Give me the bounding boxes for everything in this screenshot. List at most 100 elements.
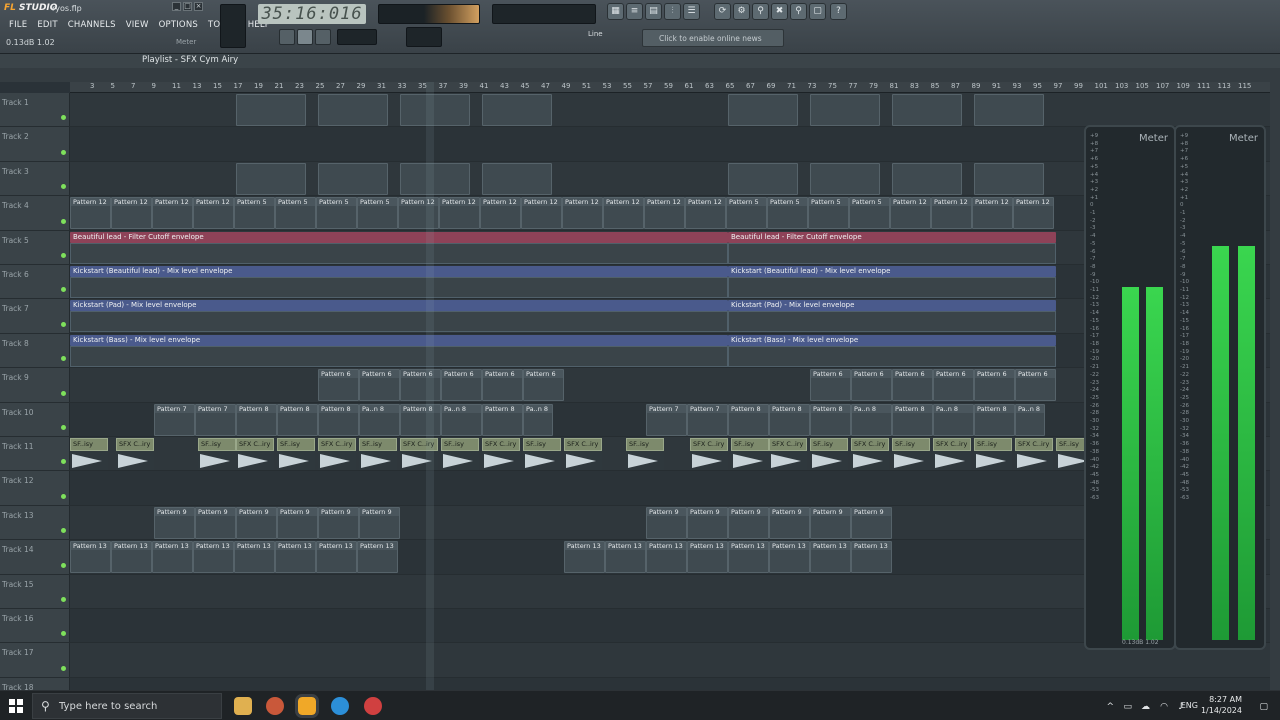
pattern-clip[interactable] bbox=[892, 94, 962, 126]
pattern-clip[interactable]: Pattern 13 bbox=[605, 541, 646, 574]
pattern-clip[interactable]: Pattern 13 bbox=[152, 541, 193, 574]
browser-icon[interactable]: ☰ bbox=[683, 3, 700, 20]
track-header[interactable]: Track 18 bbox=[0, 677, 70, 690]
pattern-clip[interactable]: Pattern 8 bbox=[318, 403, 359, 436]
pattern-clip[interactable]: Pattern 9 bbox=[728, 506, 769, 539]
snap-mode[interactable]: Line bbox=[588, 30, 603, 38]
record-button[interactable] bbox=[315, 29, 331, 45]
pattern-clip[interactable]: Pattern 12 bbox=[931, 197, 972, 230]
audio-clip[interactable]: SFX C..iry bbox=[933, 438, 971, 451]
pattern-clip[interactable]: Pattern 5 bbox=[767, 197, 808, 230]
automation-clip[interactable]: Kickstart (Beautiful lead) - Mix level e… bbox=[70, 266, 728, 277]
pattern-clip[interactable]: Pattern 8 bbox=[892, 403, 933, 436]
pattern-clip[interactable]: Pattern 13 bbox=[728, 541, 769, 574]
audio-clip[interactable]: SFX C..iry bbox=[236, 438, 274, 451]
save-icon[interactable]: ▢ bbox=[809, 3, 826, 20]
track-mute-led[interactable] bbox=[61, 424, 66, 430]
pattern-clip[interactable]: Pattern 13 bbox=[687, 541, 728, 574]
pattern-clip[interactable]: Pattern 8 bbox=[769, 403, 810, 436]
track-header[interactable]: Track 13 bbox=[0, 505, 70, 540]
tray-chevron-icon[interactable]: ^ bbox=[1106, 702, 1114, 712]
track-mute-led[interactable] bbox=[61, 115, 66, 121]
windows-start-icon[interactable] bbox=[9, 699, 23, 713]
tempo-display[interactable] bbox=[337, 29, 377, 45]
pattern-clip[interactable]: Pattern 9 bbox=[646, 506, 687, 539]
master-volume[interactable] bbox=[220, 4, 246, 48]
pattern-clip[interactable]: Pattern 8 bbox=[482, 403, 523, 436]
audio-clip[interactable]: SFX C..iry bbox=[116, 438, 154, 451]
pattern-clip[interactable]: Pattern 12 bbox=[1013, 197, 1054, 230]
pattern-clip[interactable]: Pattern 6 bbox=[359, 369, 400, 402]
track-header[interactable]: Track 15 bbox=[0, 574, 70, 608]
pattern-clip[interactable]: Pattern 8 bbox=[236, 403, 277, 436]
pattern-clip[interactable] bbox=[318, 94, 388, 126]
pattern-clip[interactable]: Pa..n 8 bbox=[359, 403, 400, 436]
playlist-title[interactable]: Playlist - SFX Cym Airy bbox=[142, 55, 238, 65]
playhead[interactable] bbox=[426, 82, 434, 690]
automation-clip[interactable]: Beautiful lead - Filter Cutoff envelope bbox=[728, 231, 1056, 243]
pattern-clip[interactable]: Pattern 12 bbox=[644, 197, 685, 230]
track-mute-led[interactable] bbox=[61, 321, 66, 327]
mixer-icon[interactable]: ⫶ bbox=[664, 3, 681, 20]
pattern-clip[interactable]: Pattern 13 bbox=[646, 541, 687, 574]
pattern-clip[interactable]: Pa..n 8 bbox=[851, 403, 892, 436]
audio-clip[interactable]: SF..isy bbox=[974, 438, 1012, 451]
pattern-clip[interactable]: Pattern 6 bbox=[892, 369, 933, 402]
pattern-clip[interactable]: Pattern 6 bbox=[400, 369, 441, 402]
track-header[interactable]: Track 1 bbox=[0, 93, 70, 127]
track-header[interactable]: Track 6 bbox=[0, 265, 70, 299]
pause-button[interactable] bbox=[279, 29, 295, 45]
stop-button[interactable] bbox=[297, 29, 313, 45]
pattern-clip[interactable]: Pattern 9 bbox=[154, 506, 195, 539]
plugin-icon[interactable]: ⚙ bbox=[733, 3, 750, 20]
pattern-clip[interactable] bbox=[810, 162, 880, 195]
pattern-clip[interactable]: Pattern 7 bbox=[687, 403, 728, 436]
pattern-clip[interactable]: Pa..n 8 bbox=[933, 403, 974, 436]
pattern-clip[interactable]: Pattern 9 bbox=[277, 506, 318, 539]
vertical-scrollbar[interactable] bbox=[1270, 82, 1280, 690]
pattern-clip[interactable] bbox=[400, 94, 470, 126]
track-mute-led[interactable] bbox=[61, 528, 66, 534]
pattern-clip[interactable]: Pattern 13 bbox=[851, 541, 892, 574]
pattern-clip[interactable]: Pattern 8 bbox=[728, 403, 769, 436]
pattern-clip[interactable] bbox=[318, 162, 388, 195]
pattern-clip[interactable]: Pattern 12 bbox=[193, 197, 234, 230]
audio-clip[interactable]: SFX C..iry bbox=[769, 438, 807, 451]
pattern-clip[interactable]: Pattern 6 bbox=[441, 369, 482, 402]
pattern-clip[interactable] bbox=[236, 162, 306, 195]
pattern-clip[interactable]: Pattern 12 bbox=[152, 197, 193, 230]
song-position[interactable]: 35:16:016 bbox=[258, 4, 366, 24]
pattern-clip[interactable]: Pattern 9 bbox=[195, 506, 236, 539]
track-lane[interactable] bbox=[70, 677, 1270, 690]
track-mute-led[interactable] bbox=[61, 356, 66, 362]
pattern-clip[interactable]: Pattern 5 bbox=[726, 197, 767, 230]
menu-view[interactable]: VIEW bbox=[121, 19, 154, 31]
pattern-clip[interactable]: Pattern 6 bbox=[523, 369, 564, 402]
pattern-clip[interactable]: Pattern 5 bbox=[849, 197, 890, 230]
taskbar-search[interactable]: ⚲ Type here to search bbox=[32, 693, 222, 719]
audio-clip[interactable]: SFX C..iry bbox=[851, 438, 889, 451]
track-mute-led[interactable] bbox=[61, 184, 66, 190]
pattern-clip[interactable]: Pattern 9 bbox=[236, 506, 277, 539]
pattern-clip[interactable]: Pattern 13 bbox=[111, 541, 152, 574]
pattern-clip[interactable]: Pattern 5 bbox=[316, 197, 357, 230]
automation-curve[interactable] bbox=[728, 311, 1056, 333]
audio-clip[interactable]: SF..isy bbox=[198, 438, 236, 451]
menu-file[interactable]: FILE bbox=[4, 19, 32, 31]
track-header[interactable]: Track 5 bbox=[0, 230, 70, 264]
pattern-clip[interactable]: Pattern 13 bbox=[275, 541, 316, 574]
track-lane[interactable] bbox=[70, 93, 1270, 127]
track-mute-led[interactable] bbox=[61, 596, 66, 602]
track-header[interactable]: Track 3 bbox=[0, 161, 70, 196]
track-mute-led[interactable] bbox=[61, 631, 66, 637]
news-button[interactable]: Click to enable online news bbox=[642, 29, 784, 47]
pattern-clip[interactable]: Pattern 12 bbox=[521, 197, 562, 230]
tools-icon[interactable]: ✖ bbox=[771, 3, 788, 20]
track-header[interactable]: Track 10 bbox=[0, 402, 70, 436]
pattern-clip[interactable]: Pattern 12 bbox=[111, 197, 152, 230]
audio-clip[interactable]: SFX C..iry bbox=[482, 438, 520, 451]
audio-clip[interactable]: SF..isy bbox=[523, 438, 561, 451]
pattern-clip[interactable]: Pattern 5 bbox=[234, 197, 275, 230]
pattern-clip[interactable]: Pattern 6 bbox=[482, 369, 523, 402]
automation-curve[interactable] bbox=[728, 345, 1056, 367]
